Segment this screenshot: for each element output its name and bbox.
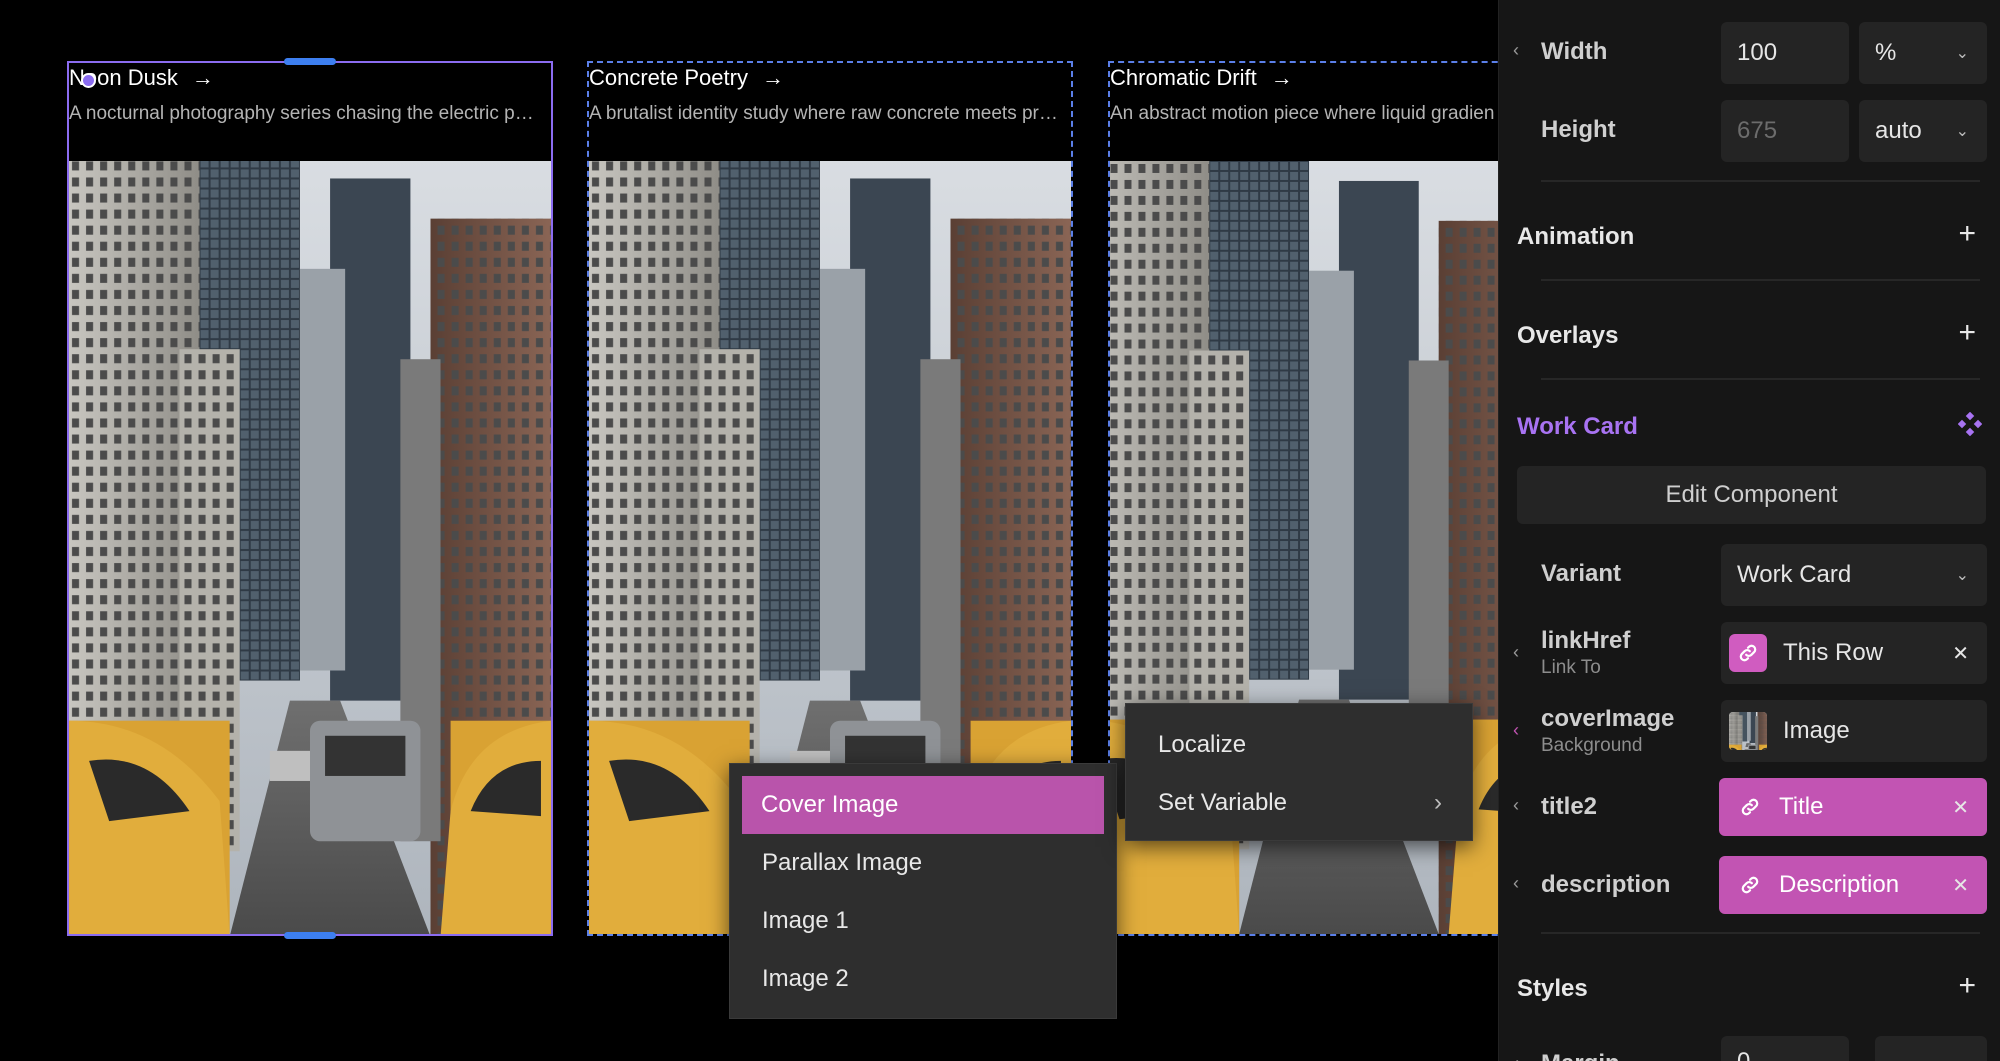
card-title-text: Concrete Poetry	[589, 65, 748, 90]
height-unit-select[interactable]: auto ⌄	[1859, 100, 1987, 162]
menu-item-label: Localize	[1158, 731, 1247, 758]
title2-label: title2	[1541, 793, 1598, 820]
chevron-right-icon: ›	[1434, 789, 1442, 816]
chevron-left-icon[interactable]: ‹	[1513, 40, 1519, 61]
cover-image-value: Image	[1783, 717, 1850, 744]
height-unit-value: auto	[1875, 117, 1922, 144]
chevron-left-icon[interactable]: ‹	[1513, 795, 1519, 816]
overlays-section-title: Overlays	[1517, 322, 1619, 349]
link-icon	[1729, 634, 1767, 672]
divider	[1541, 180, 1980, 182]
height-input[interactable]: 675	[1721, 100, 1849, 162]
card-description: An abstract motion piece where liquid gr…	[1110, 103, 1495, 124]
chevron-left-icon[interactable]: ‹	[1513, 1053, 1519, 1061]
add-overlay-plus-icon[interactable]: +	[1958, 316, 1976, 350]
card-title: Concrete Poetry →	[589, 63, 784, 93]
link-href-field[interactable]: This Row ✕	[1721, 622, 1987, 684]
card-cover-image	[69, 161, 551, 934]
height-label: Height	[1541, 116, 1616, 143]
resize-handle-bottom[interactable]	[284, 932, 336, 939]
height-row: Height 675 auto ⌄	[1499, 98, 2000, 162]
margin-label: Margin	[1541, 1050, 1620, 1061]
variant-label: Variant	[1541, 560, 1622, 587]
styles-section-title: Styles	[1517, 975, 1588, 1002]
link-href-value: This Row	[1783, 639, 1884, 666]
link-icon	[1739, 874, 1761, 896]
width-row: ‹ Width 100 % ⌄	[1499, 20, 2000, 84]
divider	[1541, 378, 1980, 380]
margin-mode-button[interactable]	[1875, 1036, 1987, 1061]
add-style-plus-icon[interactable]: +	[1958, 969, 1976, 1003]
variable-menu: Localize Set Variable ›	[1125, 703, 1473, 841]
cover-image-label: coverImage	[1541, 705, 1675, 732]
image-thumbnail	[1729, 712, 1767, 750]
cover-image-sublabel: Background	[1541, 735, 1643, 756]
selection-origin-dot[interactable]	[81, 73, 96, 88]
width-input[interactable]: 100	[1721, 22, 1849, 84]
close-icon[interactable]: ✕	[1952, 873, 1969, 898]
component-icon[interactable]	[1957, 411, 1983, 437]
card-title-text: Chromatic Drift	[1110, 65, 1257, 90]
menu-item-cover-image[interactable]: Cover Image	[742, 776, 1104, 834]
animation-section-title: Animation	[1517, 223, 1635, 250]
card-title: Chromatic Drift →	[1110, 63, 1293, 93]
card-description: A nocturnal photography series chasing t…	[69, 103, 534, 124]
margin-value: 0	[1737, 1048, 1750, 1061]
margin-input[interactable]: 0	[1721, 1036, 1849, 1061]
edit-component-button[interactable]: Edit Component	[1517, 466, 1986, 524]
chevron-down-icon: ⌄	[1955, 45, 1969, 62]
add-animation-plus-icon[interactable]: +	[1958, 217, 1976, 251]
cover-image-field[interactable]: Image	[1721, 700, 1987, 762]
description-label: description	[1541, 871, 1671, 898]
card-description: A brutalist identity study where raw con…	[589, 103, 1058, 124]
resize-handle-top[interactable]	[284, 58, 336, 65]
divider	[1541, 932, 1980, 934]
menu-item-parallax-image[interactable]: Parallax Image	[730, 834, 1116, 892]
title2-binding-chip[interactable]: Title ✕	[1719, 778, 1987, 836]
menu-item-label: Set Variable	[1158, 789, 1287, 816]
arrow-right-icon: →	[191, 65, 214, 90]
link-href-label: linkHref	[1541, 627, 1631, 654]
link-href-sublabel: Link To	[1541, 657, 1601, 678]
title2-value: Title	[1779, 793, 1824, 820]
description-value: Description	[1779, 871, 1900, 898]
properties-panel: ‹ Width 100 % ⌄ Height 675 auto ⌄ Animat…	[1498, 0, 2000, 1061]
menu-item-localize[interactable]: Localize	[1126, 716, 1472, 774]
width-unit-select[interactable]: % ⌄	[1859, 22, 1987, 84]
chevron-down-icon: ⌄	[1955, 123, 1969, 140]
width-label: Width	[1541, 38, 1608, 65]
close-icon[interactable]: ✕	[1952, 641, 1969, 666]
close-icon[interactable]: ✕	[1952, 795, 1969, 820]
width-unit-value: %	[1875, 39, 1897, 66]
menu-item-image-1[interactable]: Image 1	[730, 892, 1116, 950]
image-type-menu: Cover Image Parallax Image Image 1 Image…	[729, 763, 1117, 1019]
height-placeholder: 675	[1737, 117, 1778, 144]
component-section-title: Work Card	[1517, 413, 1638, 440]
arrow-right-icon: →	[1270, 65, 1293, 90]
chevron-left-icon[interactable]: ‹	[1513, 873, 1519, 894]
menu-item-set-variable[interactable]: Set Variable ›	[1126, 774, 1472, 832]
link-icon	[1739, 796, 1761, 818]
width-value: 100	[1737, 39, 1778, 66]
menu-item-image-2[interactable]: Image 2	[730, 950, 1116, 1008]
divider	[1541, 279, 1980, 281]
arrow-right-icon: →	[761, 65, 784, 90]
variant-value: Work Card	[1737, 561, 1852, 588]
description-binding-chip[interactable]: Description ✕	[1719, 856, 1987, 914]
variant-select[interactable]: Work Card ⌄	[1721, 544, 1987, 606]
chevron-left-icon[interactable]: ‹	[1513, 642, 1519, 663]
work-card-1[interactable]: Neon Dusk → A nocturnal photography seri…	[67, 58, 553, 939]
chevron-left-icon[interactable]: ‹	[1513, 720, 1519, 741]
chevron-down-icon: ⌄	[1955, 567, 1969, 584]
canvas[interactable]: Neon Dusk → A nocturnal photography seri…	[0, 0, 1498, 1061]
